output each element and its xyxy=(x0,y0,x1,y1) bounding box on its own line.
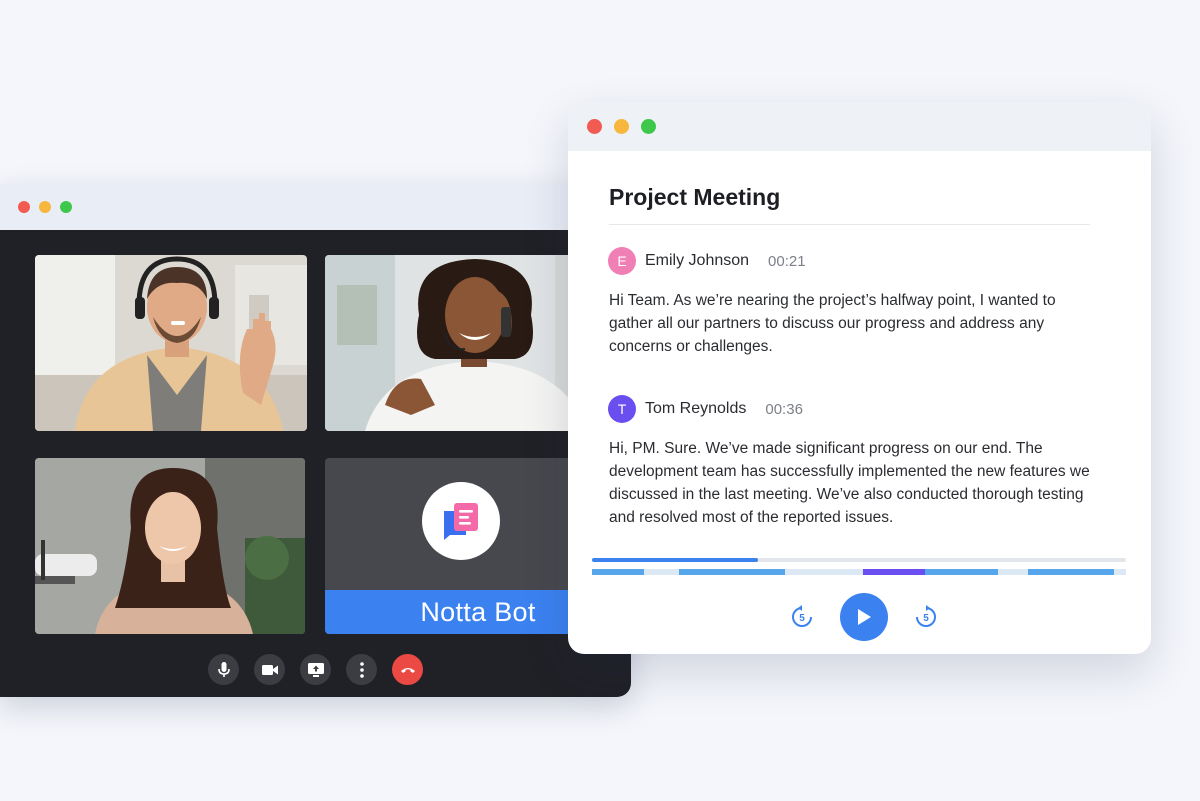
participant-video-1 xyxy=(35,255,307,431)
player-controls: 5 5 xyxy=(790,593,938,641)
timeline-segment xyxy=(925,569,998,575)
playback-progress-bar[interactable] xyxy=(592,558,1126,562)
notta-logo-icon xyxy=(422,482,500,560)
call-window-controls xyxy=(18,201,72,213)
speaker-name: Tom Reynolds xyxy=(645,400,747,417)
avatar: E xyxy=(608,247,636,275)
rewind-5-icon: 5 xyxy=(792,605,812,627)
more-options-button[interactable] xyxy=(346,654,377,685)
forward-5-icon: 5 xyxy=(916,605,936,627)
forward-seconds: 5 xyxy=(923,613,929,624)
meeting-title: Project Meeting xyxy=(609,184,781,210)
participant-video-tile-3[interactable] xyxy=(35,458,305,634)
call-window-titlebar xyxy=(0,184,631,230)
maximize-window-button[interactable] xyxy=(641,119,656,134)
timeline-segment xyxy=(863,569,925,575)
transcript-speaker-row: E Emily Johnson 00:21 xyxy=(608,247,806,275)
mic-button[interactable] xyxy=(208,654,239,685)
minimize-window-button[interactable] xyxy=(614,119,629,134)
transcript-window: Project Meeting E Emily Johnson 00:21 Hi… xyxy=(568,102,1151,654)
transcript-speaker-row: T Tom Reynolds 00:36 xyxy=(608,395,803,423)
close-window-button[interactable] xyxy=(18,201,30,213)
end-call-button[interactable] xyxy=(392,654,423,685)
playback-progress-fill xyxy=(592,558,758,562)
play-button[interactable] xyxy=(840,593,888,641)
speaker-name: Emily Johnson xyxy=(645,252,750,269)
transcript-window-controls xyxy=(587,119,656,134)
rewind-button[interactable]: 5 xyxy=(790,605,814,629)
camera-icon xyxy=(261,664,278,675)
close-window-button[interactable] xyxy=(587,119,602,134)
call-controls-bar xyxy=(208,654,423,685)
mic-icon xyxy=(217,661,230,677)
video-call-window: Notta Bot xyxy=(0,184,631,697)
minimize-window-button[interactable] xyxy=(39,201,51,213)
timeline-segment xyxy=(1028,569,1114,575)
forward-button[interactable]: 5 xyxy=(914,605,938,629)
end-call-icon xyxy=(400,667,415,673)
rewind-seconds: 5 xyxy=(799,613,805,624)
maximize-window-button[interactable] xyxy=(60,201,72,213)
speaker-timeline[interactable] xyxy=(592,569,1126,575)
transcript-window-titlebar xyxy=(568,102,1151,151)
participant-video-tile-1[interactable] xyxy=(35,255,307,431)
screen-share-button[interactable] xyxy=(300,654,331,685)
screen-share-icon xyxy=(307,662,324,677)
title-divider xyxy=(609,224,1090,225)
timeline-segment xyxy=(679,569,785,575)
transcript-message: Hi, PM. Sure. We’ve made significant pro… xyxy=(609,440,1090,526)
avatar: T xyxy=(608,395,636,423)
transcript-message: Hi Team. As we’re nearing the project’s … xyxy=(609,292,1056,355)
participant-video-3 xyxy=(35,458,305,634)
camera-button[interactable] xyxy=(254,654,285,685)
timestamp[interactable]: 00:21 xyxy=(768,253,806,270)
more-options-icon xyxy=(359,661,364,678)
timeline-segment xyxy=(592,569,644,575)
play-icon xyxy=(858,609,871,625)
timestamp[interactable]: 00:36 xyxy=(765,401,803,418)
